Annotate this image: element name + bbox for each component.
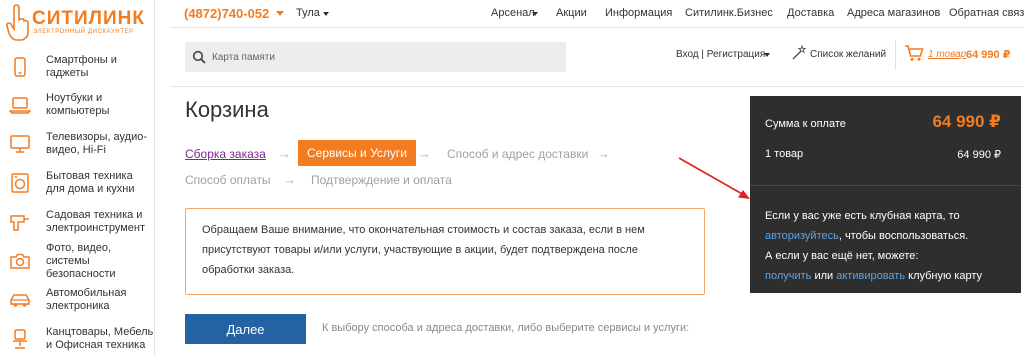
- car-icon: [10, 294, 30, 307]
- category-label: Телевизоры, аудио-видео, Hi-Fi: [46, 131, 148, 156]
- category-label: Смартфоны и гаджеты: [46, 54, 117, 79]
- nav-arsenal[interactable]: Арсенал: [491, 7, 535, 19]
- category-tv[interactable]: Телевизоры, аудио-видео, Hi-Fi: [0, 124, 155, 164]
- login-link[interactable]: Вход: [676, 49, 699, 60]
- top-bar: (4872)740-052 Тула Арсенал Акции Информа…: [170, 0, 1024, 28]
- activate-card-link[interactable]: активировать: [836, 270, 905, 282]
- brand-tagline: электронный дискаунтер: [33, 29, 134, 35]
- next-hint-text: К выбору способа и адреса доставки, либо…: [322, 322, 690, 334]
- nav-business[interactable]: Ситилинк.Бизнес: [685, 7, 773, 19]
- step-services[interactable]: Сервисы и Услуги: [298, 140, 416, 166]
- nav-feedback[interactable]: Обратная связь: [949, 7, 1024, 19]
- cart-items-link[interactable]: 1 товар: [928, 49, 966, 60]
- magic-wand-icon[interactable]: [791, 45, 807, 61]
- chevron-down-icon[interactable]: [764, 53, 770, 57]
- divider: [895, 40, 896, 70]
- step-delivery: Способ и адрес доставки: [447, 147, 589, 161]
- next-button[interactable]: Далее: [185, 314, 306, 344]
- category-label: Канцтовары, Мебель и Офисная техника: [46, 326, 154, 351]
- chair-icon: [13, 329, 27, 349]
- search-icon[interactable]: [192, 50, 206, 64]
- items-value: 64 990 ₽: [957, 149, 1001, 161]
- category-photo-video[interactable]: Фото, видео, системы безопасности: [0, 241, 155, 281]
- register-link[interactable]: Регистрация: [707, 49, 765, 60]
- category-sidebar: СИТИЛИНК электронный дискаунтер Смартфон…: [0, 0, 155, 356]
- annotation-arrow-icon: [678, 157, 750, 199]
- divider: [750, 185, 1021, 186]
- camera-icon: [10, 253, 30, 269]
- category-smartphones[interactable]: Смартфоны и гаджеты: [0, 47, 155, 87]
- arrow-right-icon: →: [283, 172, 296, 187]
- city-selector[interactable]: Тула: [296, 7, 320, 19]
- chevron-down-icon[interactable]: [532, 12, 538, 16]
- washing-machine-icon: [11, 173, 29, 193]
- category-appliances[interactable]: Бытовая техника для дома и кухни: [0, 163, 155, 203]
- cart-total[interactable]: 64 990 ₽: [966, 48, 1010, 61]
- category-office[interactable]: Канцтовары, Мебель и Офисная техника: [0, 319, 155, 356]
- total-label: Сумма к оплате: [765, 118, 846, 130]
- step-payment: Способ оплаты: [185, 173, 271, 187]
- category-car-electronics[interactable]: Автомобильная электроника: [0, 280, 155, 320]
- step-confirmation: Подтверждение и оплата: [311, 173, 452, 187]
- brand-name: СИТИЛИНК: [32, 8, 145, 29]
- get-card-link[interactable]: получить: [765, 270, 811, 282]
- items-count-label: 1 товар: [765, 148, 804, 160]
- phone-number[interactable]: (4872)740-052: [184, 6, 269, 21]
- arrow-right-icon: →: [597, 146, 610, 161]
- notice-box: Обращаем Ваше внимание, что окончательна…: [185, 208, 705, 295]
- total-value: 64 990 ₽: [932, 112, 1001, 131]
- club-text: клубную карту: [908, 270, 983, 282]
- chevron-down-icon[interactable]: [323, 12, 329, 16]
- smartphone-icon: [14, 57, 26, 77]
- chevron-down-icon[interactable]: [276, 11, 284, 16]
- search-input[interactable]: [212, 48, 552, 66]
- nav-delivery[interactable]: Доставка: [787, 7, 834, 19]
- club-card-info: Если у вас уже есть клубная карта, то ав…: [765, 206, 1017, 286]
- brand-logo[interactable]: СИТИЛИНК электронный дискаунтер: [6, 4, 156, 41]
- login-register-link[interactable]: Вход | Регистрация: [676, 49, 765, 60]
- divider: [170, 86, 1024, 87]
- page-title: Корзина: [185, 97, 269, 122]
- category-laptops[interactable]: Ноутбуки и компьютеры: [0, 85, 155, 125]
- order-summary-panel: Сумма к оплате 64 990 ₽ 1 товар 64 990 ₽…: [750, 96, 1021, 293]
- authorize-link[interactable]: авторизуйтесь: [765, 230, 839, 242]
- category-label: Фото, видео, системы безопасности: [46, 241, 116, 280]
- divider: [170, 27, 1024, 28]
- category-label: Бытовая техника для дома и кухни: [46, 170, 135, 195]
- cart-icon[interactable]: [904, 44, 924, 62]
- category-garden-tools[interactable]: Садовая техника и электроинструмент: [0, 202, 155, 242]
- tv-icon: [10, 135, 30, 153]
- nav-promotions[interactable]: Акции: [556, 7, 587, 19]
- category-label: Ноутбуки и компьютеры: [46, 92, 110, 117]
- club-text: , чтобы воспользоваться.: [838, 230, 969, 242]
- category-label: Автомобильная электроника: [46, 287, 127, 312]
- laptop-icon: [9, 97, 31, 114]
- nav-information[interactable]: Информация: [605, 7, 672, 19]
- search-box: [185, 42, 566, 72]
- club-text: А если у вас ещё нет, можете:: [765, 250, 919, 262]
- nav-store-addresses[interactable]: Адреса магазинов: [847, 7, 940, 19]
- category-label: Садовая техника и электроинструмент: [46, 209, 146, 234]
- arrow-right-icon: →: [418, 146, 431, 161]
- wishlist-link[interactable]: Список желаний: [810, 49, 886, 60]
- step-assembly[interactable]: Сборка заказа: [185, 147, 266, 161]
- pointer-hand-icon: [6, 4, 29, 41]
- arrow-right-icon: →: [278, 146, 291, 161]
- club-text: или: [814, 270, 834, 282]
- notice-text: Обращаем Ваше внимание, что окончательна…: [202, 224, 645, 276]
- club-text: Если у вас уже есть клубная карта, то: [765, 210, 960, 222]
- drill-icon: [10, 215, 29, 231]
